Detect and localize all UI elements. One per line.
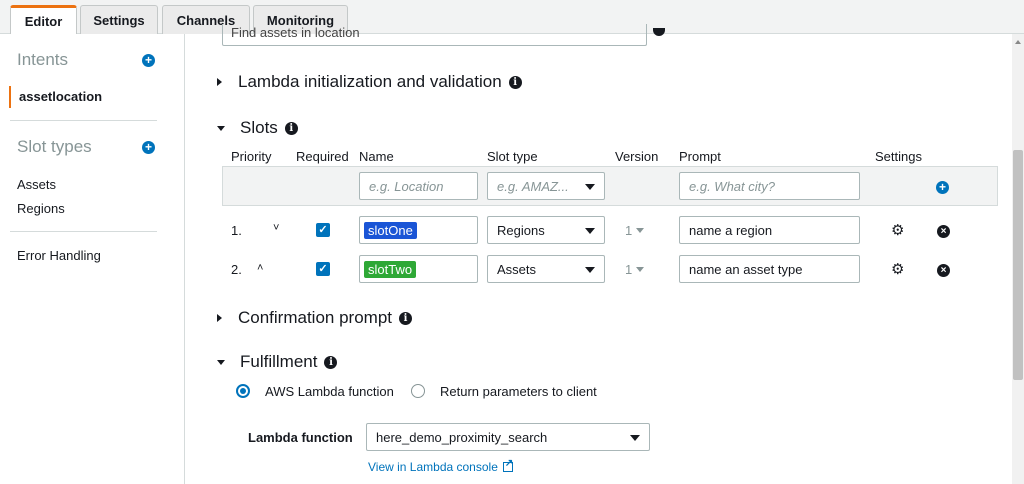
- lambda-function-select[interactable]: here_demo_proximity_search: [366, 423, 650, 451]
- slot-priority: 1.: [231, 223, 242, 238]
- new-slot-type-placeholder: e.g. AMAZ...: [497, 178, 569, 194]
- sidebar-item-assets[interactable]: Assets: [17, 177, 56, 192]
- tab-settings[interactable]: Settings: [80, 5, 158, 34]
- confirmation-section[interactable]: Confirmation prompt i: [217, 308, 413, 328]
- lambda-function-value: here_demo_proximity_search: [376, 429, 548, 445]
- remove-utterance-icon[interactable]: [653, 28, 665, 36]
- lambda-function-label: Lambda function: [248, 430, 353, 445]
- info-icon[interactable]: i: [324, 355, 338, 369]
- sidebar-divider: [10, 231, 157, 232]
- slot-types-heading: Slot types: [17, 137, 92, 156]
- new-slot-type-select[interactable]: e.g. AMAZ...: [487, 172, 605, 200]
- new-slot-name-input[interactable]: e.g. Location: [359, 172, 478, 200]
- confirmation-title: Confirmation prompt: [238, 308, 393, 327]
- slot-type-select[interactable]: Assets: [487, 255, 605, 283]
- utterance-text: Find assets in location: [231, 25, 360, 40]
- move-up-icon[interactable]: ˄: [257, 262, 263, 274]
- fulfillment-section[interactable]: Fulfillment i: [217, 352, 338, 372]
- slot-priority: 2.: [231, 262, 242, 277]
- slot-type-select[interactable]: Regions: [487, 216, 605, 244]
- column-prompt: Prompt: [679, 149, 721, 164]
- dropdown-arrow-icon: [585, 184, 595, 190]
- slot-prompt-input[interactable]: name an asset type: [679, 255, 860, 283]
- lambda-init-section[interactable]: Lambda initialization and validation i: [217, 72, 522, 92]
- sidebar-item-assetlocation[interactable]: assetlocation: [9, 86, 102, 108]
- sidebar-item-regions[interactable]: Regions: [17, 201, 65, 216]
- view-lambda-console-text[interactable]: View in Lambda console: [368, 460, 498, 474]
- column-settings: Settings: [875, 149, 922, 164]
- dropdown-arrow-icon: [630, 435, 640, 441]
- add-slot-type-icon[interactable]: +: [142, 141, 155, 154]
- slot-name-chip: slotTwo: [364, 260, 417, 278]
- scrollbar-thumb[interactable]: [1013, 150, 1023, 380]
- info-icon[interactable]: i: [508, 75, 522, 89]
- new-slot-row: [222, 166, 998, 206]
- dropdown-arrow-icon: [636, 228, 645, 233]
- remove-slot-icon[interactable]: ×: [937, 264, 950, 277]
- intents-heading: Intents: [17, 50, 69, 69]
- sidebar: Intents + assetlocation Slot types + Ass…: [0, 34, 185, 484]
- radio-aws-lambda-label[interactable]: AWS Lambda function: [265, 384, 394, 399]
- sidebar-divider: [10, 120, 157, 121]
- dropdown-arrow-icon: [585, 267, 595, 273]
- add-intent-icon[interactable]: +: [142, 54, 155, 67]
- scrollbar[interactable]: [1012, 34, 1024, 484]
- sidebar-item-error-handling[interactable]: Error Handling: [17, 248, 101, 263]
- info-icon[interactable]: i: [284, 121, 298, 135]
- utterance-input[interactable]: Find assets in location: [222, 24, 647, 46]
- column-priority: Priority: [231, 149, 272, 164]
- dropdown-arrow-icon: [585, 228, 595, 234]
- slots-section[interactable]: Slots i: [217, 118, 298, 138]
- new-slot-prompt-input[interactable]: e.g. What city?: [679, 172, 860, 200]
- caret-down-icon: [217, 125, 225, 131]
- required-checkbox[interactable]: ✓: [316, 262, 330, 276]
- version-select[interactable]: 1: [625, 262, 645, 277]
- slot-name-input[interactable]: slotOne: [359, 216, 478, 244]
- slot-prompt-input[interactable]: name a region: [679, 216, 860, 244]
- scroll-up-icon[interactable]: [1015, 40, 1021, 44]
- slot-type-value: Regions: [497, 222, 545, 238]
- gear-icon[interactable]: ⚙: [891, 223, 904, 238]
- slot-name-chip: slotOne: [364, 221, 417, 239]
- external-link-icon: [502, 458, 513, 472]
- gear-icon[interactable]: ⚙: [891, 262, 904, 277]
- tab-editor[interactable]: Editor: [10, 5, 77, 35]
- slots-title: Slots: [240, 118, 278, 137]
- version-value: 1: [625, 262, 633, 277]
- info-icon[interactable]: i: [399, 311, 413, 325]
- column-name: Name: [359, 149, 394, 164]
- slot-type-value: Assets: [497, 261, 537, 277]
- column-required: Required: [296, 149, 349, 164]
- radio-aws-lambda[interactable]: [236, 384, 250, 398]
- column-slot-type: Slot type: [487, 149, 538, 164]
- caret-down-icon: [217, 359, 225, 365]
- version-select[interactable]: 1: [625, 223, 645, 238]
- version-value: 1: [625, 223, 633, 238]
- fulfillment-title: Fulfillment: [240, 352, 318, 371]
- column-version: Version: [615, 149, 659, 164]
- move-down-icon[interactable]: ˅: [273, 222, 279, 234]
- caret-right-icon: [217, 78, 222, 86]
- add-slot-icon[interactable]: +: [936, 181, 949, 194]
- dropdown-arrow-icon: [636, 267, 645, 272]
- required-checkbox[interactable]: ✓: [316, 223, 330, 237]
- view-lambda-console-link[interactable]: View in Lambda console: [368, 458, 513, 474]
- radio-return-params[interactable]: [411, 384, 425, 398]
- radio-return-params-label[interactable]: Return parameters to client: [440, 384, 597, 399]
- caret-right-icon: [217, 314, 222, 322]
- remove-slot-icon[interactable]: ×: [937, 225, 950, 238]
- lambda-init-title: Lambda initialization and validation: [238, 72, 502, 91]
- slot-name-input[interactable]: slotTwo: [359, 255, 478, 283]
